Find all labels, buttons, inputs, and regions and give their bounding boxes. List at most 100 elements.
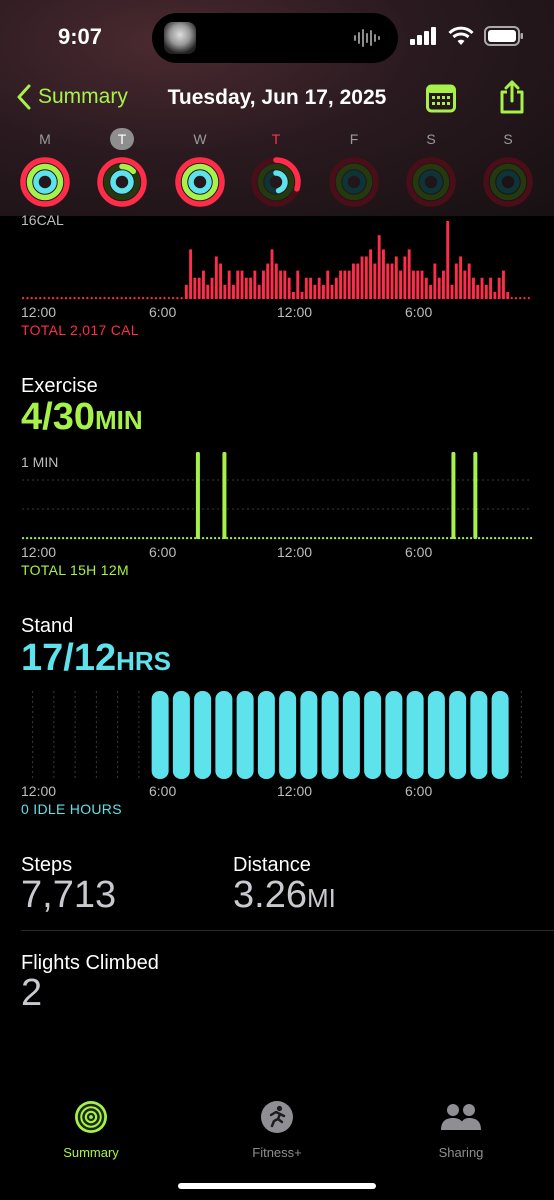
distance-value: 3.26MI	[233, 874, 336, 917]
move-bar	[484, 284, 488, 299]
move-bar	[124, 297, 128, 300]
move-bar	[330, 284, 334, 299]
exercise-dot	[106, 537, 109, 540]
move-bar	[257, 284, 261, 299]
calendar-icon[interactable]	[426, 83, 456, 113]
move-tick-3: 6:00	[405, 304, 433, 320]
move-bar	[270, 249, 274, 299]
move-bar	[236, 270, 240, 299]
share-icon[interactable]	[497, 80, 527, 114]
exercise-dot	[186, 537, 189, 540]
move-bar	[459, 256, 463, 299]
exercise-dot	[306, 537, 309, 540]
exercise-dot	[426, 537, 429, 540]
exercise-dot	[162, 537, 165, 540]
exercise-tick-0: 12:00	[21, 544, 57, 560]
exercise-dot	[382, 537, 385, 540]
move-bar	[442, 270, 445, 299]
exercise-dot	[58, 537, 61, 540]
day-5[interactable]: S	[403, 128, 459, 208]
exercise-dot	[154, 537, 157, 540]
move-bar	[493, 291, 497, 299]
stand-unit: HRS	[116, 646, 171, 676]
exercise-dot	[82, 537, 85, 540]
move-bar	[129, 297, 132, 300]
exercise-dot	[466, 537, 469, 540]
day-3[interactable]: T	[248, 128, 304, 208]
exercise-dot	[486, 537, 489, 540]
move-bar	[189, 249, 193, 299]
exercise-dot	[470, 537, 473, 540]
stand-bar	[279, 691, 297, 779]
move-bar	[43, 297, 46, 300]
tab-fitness-plus[interactable]: Fitness+	[217, 1100, 337, 1160]
stand-bar	[321, 691, 339, 779]
exercise-dot	[390, 537, 393, 540]
exercise-dot	[322, 537, 325, 540]
exercise-dot	[462, 537, 465, 540]
exercise-dot	[146, 537, 149, 540]
exercise-dot	[102, 537, 105, 540]
move-bar	[193, 277, 197, 299]
week-strip: MTWTFSS	[0, 128, 554, 218]
exercise-dot	[522, 537, 525, 540]
move-bar	[103, 297, 106, 300]
exercise-value-number: 4/30	[21, 396, 95, 438]
stand-tick-3: 6:00	[405, 783, 433, 799]
move-bar	[150, 297, 153, 300]
exercise-dot	[134, 537, 137, 540]
exercise-dot	[406, 537, 409, 540]
day-4[interactable]: F	[326, 128, 382, 208]
stand-title: Stand	[21, 615, 74, 637]
move-bar	[184, 284, 188, 299]
tab-sharing[interactable]: Sharing	[401, 1100, 521, 1160]
move-bar	[309, 277, 313, 299]
move-bar	[510, 297, 513, 300]
exercise-dot	[130, 537, 133, 540]
exercise-dot	[126, 537, 129, 540]
move-bar	[39, 297, 42, 300]
stand-bar	[215, 691, 233, 779]
exercise-dot	[150, 537, 153, 540]
exercise-dot	[266, 537, 269, 540]
home-indicator[interactable]	[178, 1183, 376, 1189]
exercise-dot	[26, 537, 29, 540]
exercise-dot	[206, 537, 209, 540]
exercise-dot	[482, 537, 485, 540]
move-bar	[523, 297, 526, 300]
exercise-dot	[350, 537, 353, 540]
exercise-dot	[98, 537, 101, 540]
move-bar	[296, 270, 300, 299]
dynamic-island[interactable]	[152, 13, 398, 63]
day-0[interactable]: M	[17, 128, 73, 208]
day-1[interactable]: T	[94, 128, 150, 208]
move-bar	[82, 297, 85, 300]
stand-bar	[385, 691, 403, 779]
exercise-dot	[370, 537, 373, 540]
exercise-dot	[530, 537, 533, 540]
exercise-dot	[214, 537, 217, 540]
exercise-dot	[510, 537, 513, 540]
activity-rings-icon	[75, 1101, 107, 1133]
move-bar	[352, 263, 355, 299]
exercise-dot	[402, 537, 405, 540]
day-letter: F	[349, 131, 359, 147]
move-bar	[364, 256, 368, 299]
move-bar	[424, 277, 428, 299]
exercise-dot	[94, 537, 97, 540]
tab-summary[interactable]: Summary	[31, 1100, 151, 1160]
exercise-dot	[258, 537, 261, 540]
move-bar	[450, 284, 454, 299]
day-6[interactable]: S	[480, 128, 536, 208]
exercise-dot	[330, 537, 333, 540]
header-area: 9:07 Summary Tuesday, Jun 17, 2025 M T W…	[0, 0, 554, 216]
move-bar	[446, 221, 450, 299]
move-bar	[369, 249, 373, 299]
move-bar	[343, 270, 347, 299]
move-bar	[163, 297, 166, 300]
move-bar	[60, 297, 63, 300]
day-2[interactable]: W	[172, 128, 228, 208]
move-bar	[69, 297, 72, 300]
distance-number: 3.26	[233, 874, 307, 916]
move-bar	[514, 297, 518, 300]
